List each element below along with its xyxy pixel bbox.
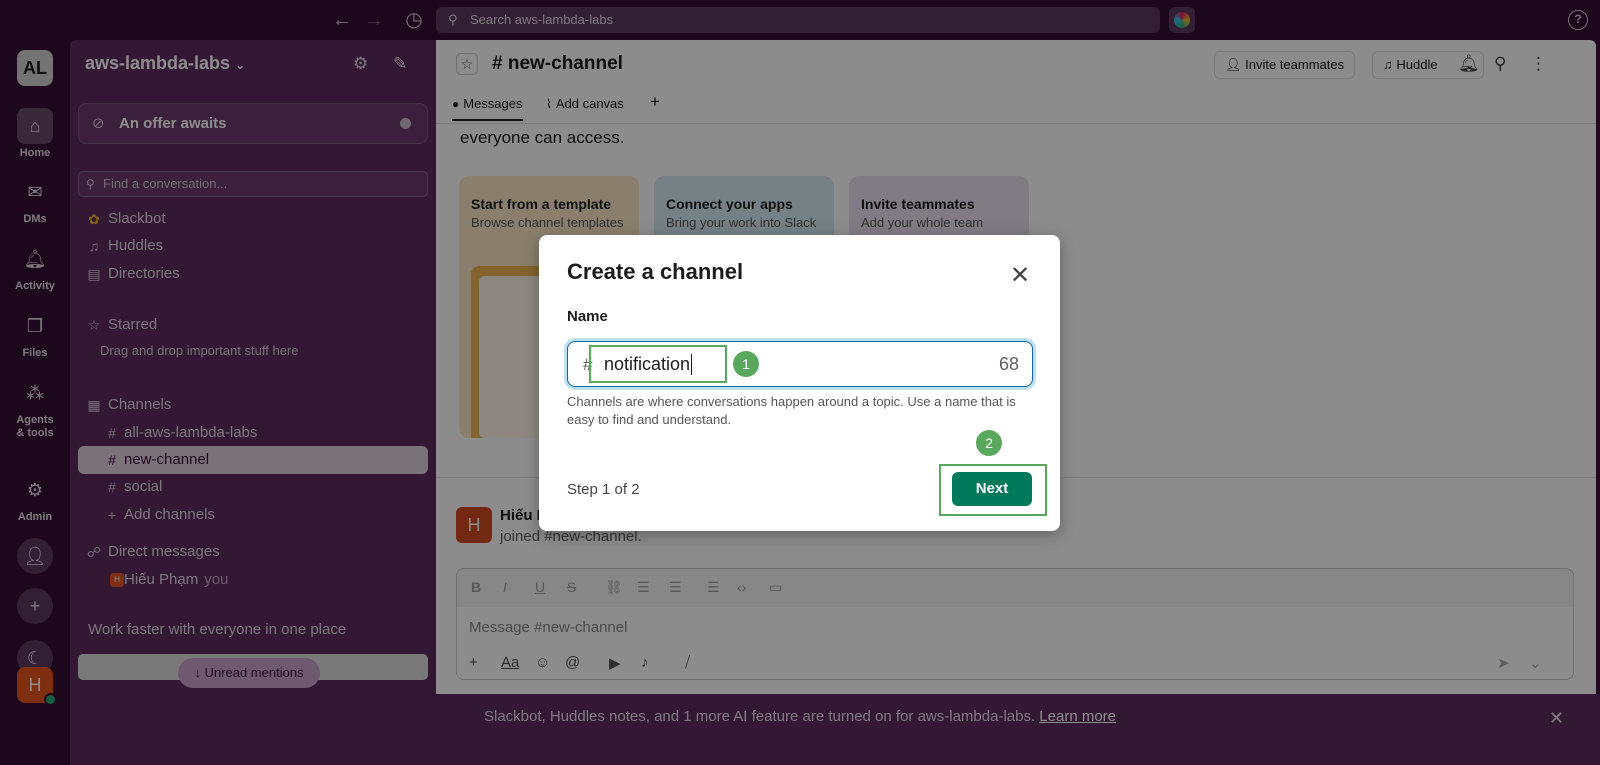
name-help-text: Channels are where conversations happen … bbox=[567, 394, 1016, 427]
annotation-badge-2: 2 bbox=[976, 430, 1002, 456]
char-count: 68 bbox=[998, 354, 1019, 374]
name-label: Name bbox=[567, 308, 608, 325]
modal-title: Create a channel bbox=[567, 259, 744, 284]
annotation-box-1 bbox=[589, 345, 727, 383]
annotation-badge-1: 1 bbox=[733, 351, 759, 377]
annotation-box-2 bbox=[939, 464, 1047, 516]
step-indicator: Step 1 of 2 bbox=[567, 481, 640, 498]
close-icon[interactable]: ✕ bbox=[1010, 261, 1030, 290]
